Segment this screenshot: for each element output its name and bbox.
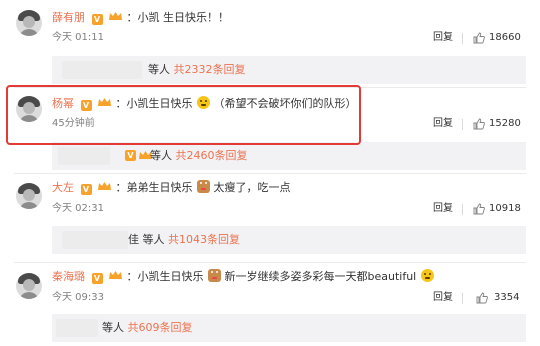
comment-item: 大左 V ：弟弟生日快乐 太瘦了，吃一点 今天 02:31 回复 10918 佳…: [0, 174, 540, 258]
vip-crown-icon: [109, 12, 122, 20]
vip-crown-icon: [98, 182, 111, 190]
vip-crown-icon: [109, 271, 122, 279]
sub-reply-count[interactable]: 共2332条回复: [174, 63, 246, 76]
user-name[interactable]: 大左: [52, 181, 74, 194]
verified-badge-icon: V: [80, 100, 92, 111]
blurred-avatars: [62, 231, 128, 249]
comment-text: ：小凯 生日快乐！！: [126, 11, 230, 24]
like-icon[interactable]: [473, 118, 485, 130]
user-name[interactable]: 薛有朋: [52, 11, 85, 24]
divider: [462, 293, 463, 304]
comment-text: ：弟弟生日快乐: [115, 181, 193, 194]
user-name[interactable]: 秦海璐: [52, 270, 85, 283]
like-count: 10918: [489, 203, 521, 214]
divider: [462, 33, 463, 44]
comment-time: 今天 02:31: [52, 203, 104, 214]
blurred-avatars: [56, 319, 98, 337]
comment-text: ：小凯生日快乐: [115, 97, 193, 110]
like-count: 18660: [489, 32, 521, 43]
avatar[interactable]: [16, 183, 42, 209]
cake-emoji-icon: [197, 180, 210, 193]
surprised-emoji-icon: [197, 96, 210, 109]
sub-reply-users: 等人: [102, 321, 124, 334]
avatar[interactable]: [16, 96, 42, 122]
reply-button[interactable]: 回复: [433, 291, 453, 305]
sub-replies[interactable]: 等人 共2332条回复: [52, 56, 526, 84]
comment-text-suffix: 新一岁继续多姿多彩每一天都beautiful: [224, 270, 417, 283]
verified-badge-icon: V: [91, 273, 103, 284]
reply-button[interactable]: 回复: [433, 117, 453, 131]
comment-text-suffix: 太瘦了，吃一点: [213, 181, 291, 194]
comment-text-suffix: （希望不会破坏你们的队形）: [213, 97, 357, 110]
sub-reply-users: 佳 等人: [128, 233, 165, 246]
sub-replies[interactable]: 等人 共609条回复: [52, 314, 526, 342]
sub-reply-users: 等人: [148, 63, 170, 76]
like-count: 3354: [494, 292, 520, 303]
comment-time: 今天 09:33: [52, 292, 104, 303]
sub-reply-count[interactable]: 共2460条回复: [176, 149, 248, 162]
comment-time: 今天 01:11: [52, 32, 104, 43]
cake-emoji-icon: [208, 269, 221, 282]
verified-badge-icon: V: [125, 150, 136, 161]
like-icon[interactable]: [473, 203, 485, 215]
comment-item: 杨幂 V ：小凯生日快乐 （希望不会破坏你们的队形） 45分钟前 回复 1528…: [0, 88, 540, 170]
sub-reply-count[interactable]: 共609条回复: [128, 321, 193, 334]
reply-button[interactable]: 回复: [433, 202, 453, 216]
comment-time: 45分钟前: [52, 118, 95, 129]
avatar[interactable]: [16, 273, 42, 299]
sub-replies[interactable]: 佳 等人 共1043条回复: [52, 226, 526, 254]
like-icon[interactable]: [476, 292, 488, 304]
comment-item: 薛有朋 V ：小凯 生日快乐！！ 今天 01:11 回复 18660 等人 共2…: [0, 0, 540, 84]
reply-button[interactable]: 回复: [433, 31, 453, 45]
divider: [462, 119, 463, 130]
vip-crown-icon: [98, 98, 111, 106]
smile-emoji-icon: [420, 269, 434, 282]
sub-reply-users: 等人: [150, 149, 172, 162]
comment-text: ：小凯生日快乐: [126, 270, 204, 283]
blurred-avatars: [62, 61, 142, 79]
avatar[interactable]: [16, 10, 42, 36]
sub-replies[interactable]: V 等人 共2460条回复: [52, 142, 526, 170]
sub-reply-count[interactable]: 共1043条回复: [168, 233, 240, 246]
like-icon[interactable]: [473, 32, 485, 44]
comment-item: 秦海璐 V ：小凯生日快乐 新一岁继续多姿多彩每一天都beautiful 今天 …: [0, 263, 540, 346]
blurred-avatars: [58, 147, 110, 165]
verified-badge-icon: V: [80, 184, 92, 195]
user-name[interactable]: 杨幂: [52, 97, 74, 110]
like-count: 15280: [489, 118, 521, 129]
verified-badge-icon: V: [91, 14, 103, 25]
divider: [462, 204, 463, 215]
